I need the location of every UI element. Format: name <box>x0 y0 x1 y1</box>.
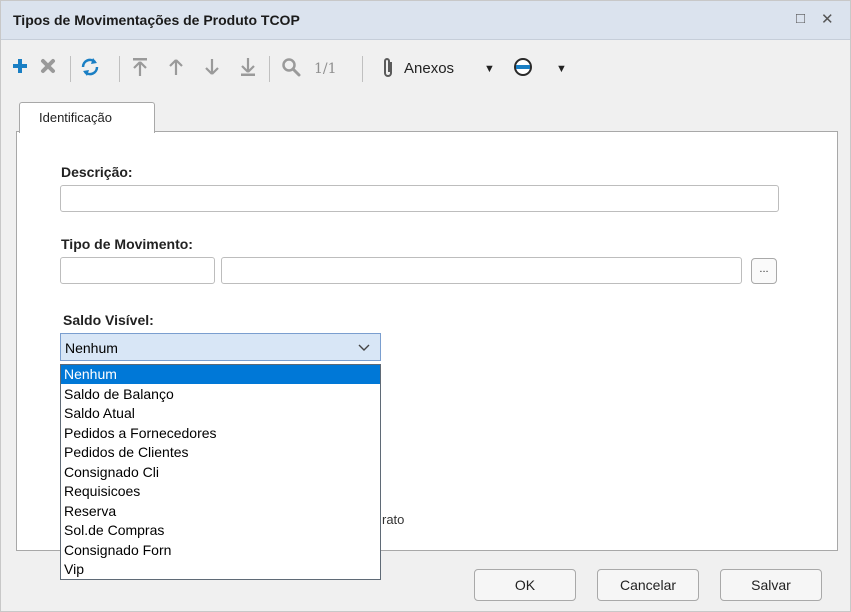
dropdown-option[interactable]: Reserva <box>61 502 380 521</box>
toolbar: 1/1 Anexos ▼ ▼ <box>1 47 850 91</box>
lookup-button[interactable]: ... <box>751 258 777 284</box>
paperclip-icon[interactable] <box>381 57 395 79</box>
restore-button[interactable]: □ <box>796 10 805 27</box>
saldo-visivel-label: Saldo Visível: <box>63 312 154 328</box>
dropdown-option[interactable]: Vip <box>61 560 380 579</box>
save-button[interactable]: Salvar <box>720 569 822 601</box>
first-record-icon[interactable] <box>131 57 149 77</box>
ok-button[interactable]: OK <box>474 569 576 601</box>
previous-record-icon[interactable] <box>168 57 184 77</box>
saldo-visivel-select[interactable]: Nenhum <box>60 333 381 361</box>
toolbar-separator <box>119 56 120 82</box>
tipo-movimento-label: Tipo de Movimento: <box>61 236 193 252</box>
plus-icon[interactable] <box>11 57 29 75</box>
select-value: Nenhum <box>65 340 118 356</box>
dropdown-option[interactable]: Consignado Forn <box>61 541 380 560</box>
options-icon[interactable] <box>513 57 533 77</box>
delete-icon[interactable] <box>39 57 57 75</box>
dropdown-option[interactable]: Pedidos de Clientes <box>61 443 380 462</box>
saldo-visivel-dropdown-list: Nenhum Saldo de Balanço Saldo Atual Pedi… <box>60 364 381 580</box>
obscured-field-label: rato <box>382 512 405 527</box>
dropdown-option[interactable]: Nenhum <box>61 365 380 384</box>
tipo-movimento-code-input[interactable] <box>60 257 215 284</box>
toolbar-separator <box>269 56 270 82</box>
descricao-label: Descrição: <box>61 164 133 180</box>
dropdown-option[interactable]: Saldo de Balanço <box>61 385 380 404</box>
toolbar-separator <box>70 56 71 82</box>
tab-identificacao[interactable]: Identificação <box>19 102 155 133</box>
dropdown-option[interactable]: Consignado Cli <box>61 463 380 482</box>
toolbar-separator <box>362 56 363 82</box>
last-record-icon[interactable] <box>239 57 257 77</box>
tipo-movimento-description-input[interactable] <box>221 257 742 284</box>
close-button[interactable]: ✕ <box>821 10 834 28</box>
dropdown-option[interactable]: Sol.de Compras <box>61 521 380 540</box>
dropdown-option[interactable]: Requisicoes <box>61 482 380 501</box>
descricao-input[interactable] <box>60 185 779 212</box>
attachments-menu[interactable]: Anexos <box>404 60 454 77</box>
search-icon[interactable] <box>281 57 301 77</box>
chevron-down-icon <box>357 338 371 359</box>
options-dropdown-arrow[interactable]: ▼ <box>556 63 567 75</box>
cancel-button[interactable]: Cancelar <box>597 569 699 601</box>
dropdown-option[interactable]: Pedidos a Fornecedores <box>61 424 380 443</box>
record-counter: 1/1 <box>314 61 337 77</box>
dialog-window: Tipos de Movimentações de Produto TCOP □… <box>0 0 851 612</box>
dropdown-option[interactable]: Saldo Atual <box>61 404 380 423</box>
next-record-icon[interactable] <box>204 57 220 77</box>
title-bar: Tipos de Movimentações de Produto TCOP □… <box>1 1 850 40</box>
window-title: Tipos de Movimentações de Produto TCOP <box>13 12 300 28</box>
refresh-icon[interactable] <box>79 57 101 77</box>
tab-label: Identificação <box>39 110 112 125</box>
attachments-dropdown-arrow[interactable]: ▼ <box>484 63 495 75</box>
